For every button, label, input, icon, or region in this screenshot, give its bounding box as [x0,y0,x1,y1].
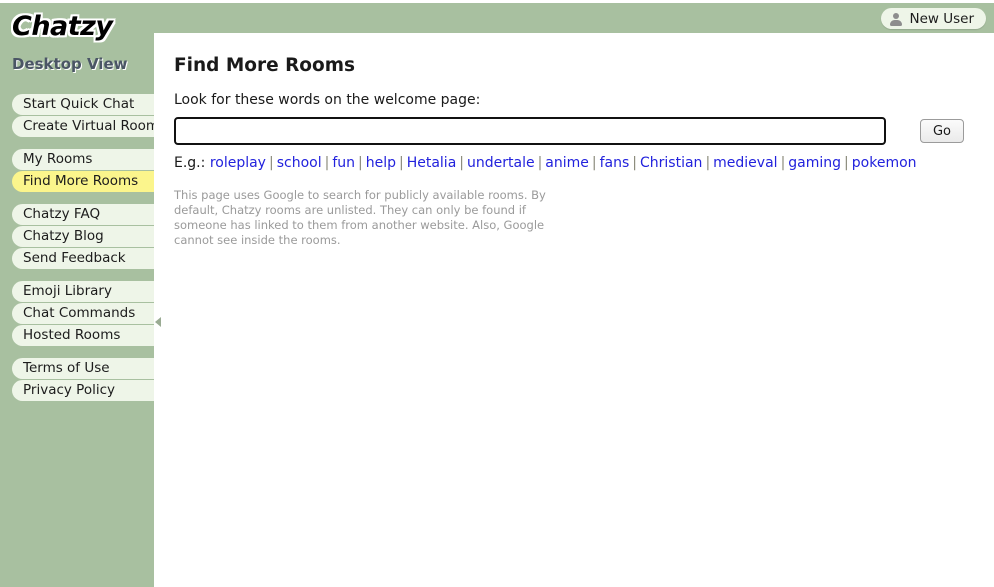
sidebar-group: Chatzy FAQ Chatzy Blog Send Feedback [12,204,154,269]
sidebar-group: My Rooms Find More Rooms [12,149,154,192]
content-panel: Find More Rooms Look for these words on … [154,33,994,587]
page-title: Find More Rooms [174,55,356,76]
sidebar-item-hosted-rooms[interactable]: Hosted Rooms [12,325,154,346]
examples-label: E.g.: [174,155,206,171]
sidebar: Chatzy Desktop View Start Quick Chat Crea… [0,3,154,587]
example-link-undertale[interactable]: undertale [467,155,535,171]
examples-separator: | [705,155,711,171]
example-link-roleplay[interactable]: roleplay [210,155,266,171]
sidebar-group: Start Quick Chat Create Virtual Room [12,94,154,137]
search-row: Go [174,117,964,145]
search-note: This page uses Google to search for publ… [174,188,546,247]
sidebar-item-privacy-policy[interactable]: Privacy Policy [12,380,154,401]
examples-separator: | [537,155,543,171]
sidebar-item-terms-of-use[interactable]: Terms of Use [12,358,154,379]
sidebar-item-create-virtual-room[interactable]: Create Virtual Room [12,116,154,137]
chevron-left-icon [155,317,161,327]
sidebar-item-chatzy-faq[interactable]: Chatzy FAQ [12,204,154,225]
example-link-fun[interactable]: fun [332,155,355,171]
example-link-anime[interactable]: anime [545,155,589,171]
examples-separator: | [780,155,786,171]
sidebar-nav: Start Quick Chat Create Virtual Room My Ro… [12,94,154,413]
example-link-christian[interactable]: Christian [640,155,702,171]
examples-separator: | [358,155,363,171]
sidebar-item-chatzy-blog[interactable]: Chatzy Blog [12,226,154,247]
examples-separator: | [398,155,404,171]
examples-separator: | [591,155,597,171]
example-link-hetalia[interactable]: Hetalia [407,155,457,171]
sidebar-group: Emoji Library Chat Commands Hosted Rooms [12,281,154,346]
example-link-help[interactable]: help [366,155,396,171]
desktop-view-label[interactable]: Desktop View [12,55,127,73]
sidebar-item-emoji-library[interactable]: Emoji Library [12,281,154,302]
example-link-fans[interactable]: fans [600,155,630,171]
new-user-label: New User [909,10,974,27]
sidebar-collapse-button[interactable] [154,313,164,331]
examples-separator: | [459,155,464,171]
new-user-button[interactable]: New User [881,8,986,29]
example-link-school[interactable]: school [277,155,322,171]
sidebar-group: Terms of Use Privacy Policy [12,358,154,401]
example-link-gaming[interactable]: gaming [788,155,841,171]
sidebar-item-my-rooms[interactable]: My Rooms [12,149,154,170]
search-input[interactable] [174,117,886,145]
chatzy-logo: Chatzy [12,11,113,42]
search-prompt: Look for these words on the welcome page… [174,92,481,108]
sidebar-item-find-more-rooms[interactable]: Find More Rooms [12,171,154,192]
examples-separator: | [632,155,638,171]
sidebar-item-start-quick-chat[interactable]: Start Quick Chat [12,94,154,115]
sidebar-item-send-feedback[interactable]: Send Feedback [12,248,154,269]
app-root: New User Chatzy Desktop View Start Quick… [0,0,994,587]
example-link-pokemon[interactable]: pokemon [852,155,917,171]
examples-separator: | [324,155,330,171]
sidebar-item-chat-commands[interactable]: Chat Commands [12,303,154,324]
go-button[interactable]: Go [920,119,964,143]
examples-separator: | [844,155,849,171]
examples-separator: | [268,155,274,171]
user-icon [889,12,903,26]
example-links: E.g.: roleplay | school | fun | help | Hetalia | u… [174,155,917,171]
example-link-medieval[interactable]: medieval [713,155,777,171]
